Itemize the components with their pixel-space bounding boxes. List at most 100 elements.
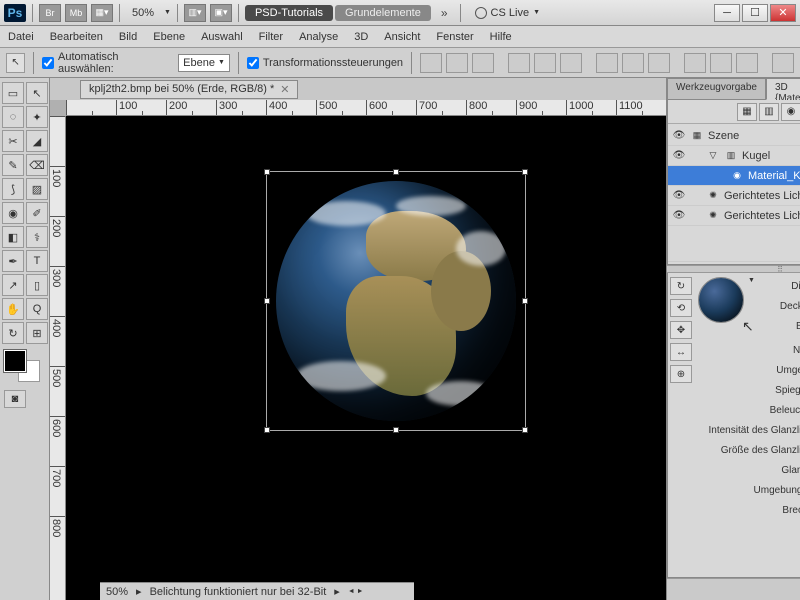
align-icon[interactable] bbox=[420, 53, 442, 73]
close-button[interactable]: ✕ bbox=[770, 4, 796, 22]
menu-filter[interactable]: Filter bbox=[259, 31, 283, 43]
transform-handle[interactable] bbox=[264, 427, 270, 433]
3d-orbit-icon[interactable]: ↻ bbox=[670, 277, 692, 295]
document-tab[interactable]: kplj2th2.bmp bei 50% (Erde, RGB/8) *✕ bbox=[80, 80, 298, 99]
menu-edit[interactable]: Bearbeiten bbox=[50, 31, 103, 43]
transform-handle[interactable] bbox=[522, 298, 528, 304]
visibility-icon[interactable]: 👁 bbox=[672, 189, 686, 203]
tool-12[interactable]: ◧ bbox=[2, 226, 24, 248]
color-swatches[interactable] bbox=[2, 350, 46, 386]
transform-handle[interactable] bbox=[393, 169, 399, 175]
align-icon[interactable] bbox=[560, 53, 582, 73]
panel-divider[interactable] bbox=[667, 265, 800, 273]
tool-8[interactable]: ⟆ bbox=[2, 178, 24, 200]
align-icon[interactable] bbox=[534, 53, 556, 73]
menu-help[interactable]: Hilfe bbox=[490, 31, 512, 43]
workspace-pill[interactable]: Grundelemente bbox=[335, 5, 431, 21]
zoom-level[interactable]: 50% bbox=[126, 7, 160, 19]
screen-mode-button[interactable]: ▣▾ bbox=[210, 4, 232, 22]
arrange-button[interactable]: ▥▾ bbox=[184, 4, 206, 22]
transform-handle[interactable] bbox=[522, 169, 528, 175]
distribute-icon[interactable] bbox=[710, 53, 732, 73]
tool-3[interactable]: ✦ bbox=[26, 106, 48, 128]
distribute-icon[interactable] bbox=[736, 53, 758, 73]
transform-handle[interactable] bbox=[393, 427, 399, 433]
bridge-button[interactable]: Br bbox=[39, 4, 61, 22]
material-preview[interactable] bbox=[698, 277, 744, 323]
transform-controls-check[interactable]: Transformationssteuerungen bbox=[247, 57, 403, 69]
tool-2[interactable]: ◌ bbox=[2, 106, 24, 128]
tool-13[interactable]: ⚕ bbox=[26, 226, 48, 248]
cslive-button[interactable]: CS Live▼ bbox=[467, 7, 548, 19]
tool-9[interactable]: ▨ bbox=[26, 178, 48, 200]
menu-image[interactable]: Bild bbox=[119, 31, 137, 43]
align-icon[interactable] bbox=[508, 53, 530, 73]
visibility-icon[interactable]: 👁 bbox=[672, 149, 686, 163]
tool-6[interactable]: ✎ bbox=[2, 154, 24, 176]
tool-18[interactable]: ✋ bbox=[2, 298, 24, 320]
layout-button[interactable]: ▦▾ bbox=[91, 4, 113, 22]
workspace-pill[interactable]: PSD-Tutorials bbox=[245, 5, 333, 21]
distribute-icon[interactable] bbox=[622, 53, 644, 73]
material-mode-icon[interactable]: ◉ bbox=[781, 103, 800, 121]
align-icon[interactable] bbox=[472, 53, 494, 73]
panel-tab-active[interactable]: 3D {Materialien} bbox=[766, 78, 800, 100]
transform-handle[interactable] bbox=[264, 298, 270, 304]
auto-select-target[interactable]: Ebene bbox=[178, 54, 230, 72]
distribute-icon[interactable] bbox=[648, 53, 670, 73]
3d-roll-icon[interactable]: ⟲ bbox=[670, 299, 692, 317]
distribute-icon[interactable] bbox=[684, 53, 706, 73]
tree-row[interactable]: 👁✺Gerichtetes Licht 2 bbox=[668, 206, 800, 226]
3d-pan-icon[interactable]: ✥ bbox=[670, 321, 692, 339]
tool-1[interactable]: ↖ bbox=[26, 82, 48, 104]
tool-19[interactable]: Q bbox=[26, 298, 48, 320]
minibridge-button[interactable]: Mb bbox=[65, 4, 87, 22]
tool-21[interactable]: ⊞ bbox=[26, 322, 48, 344]
close-tab-icon[interactable]: ✕ bbox=[280, 83, 289, 96]
workspace-overflow[interactable]: » bbox=[435, 4, 454, 22]
auto-select-check[interactable]: Automatisch auswählen: bbox=[42, 51, 170, 75]
tool-20[interactable]: ↻ bbox=[2, 322, 24, 344]
transform-handle[interactable] bbox=[264, 169, 270, 175]
menu-view[interactable]: Ansicht bbox=[384, 31, 420, 43]
minimize-button[interactable]: ─ bbox=[714, 4, 740, 22]
canvas[interactable] bbox=[66, 116, 666, 600]
tool-10[interactable]: ◉ bbox=[2, 202, 24, 224]
3d-scale-icon[interactable]: ⊕ bbox=[670, 365, 692, 383]
mesh-mode-icon[interactable]: ▥ bbox=[759, 103, 779, 121]
tool-4[interactable]: ✂ bbox=[2, 130, 24, 152]
tool-7[interactable]: ⌫ bbox=[26, 154, 48, 176]
transform-handle[interactable] bbox=[522, 427, 528, 433]
tool-11[interactable]: ✐ bbox=[26, 202, 48, 224]
tool-14[interactable]: ✒ bbox=[2, 250, 24, 272]
transform-box[interactable] bbox=[266, 171, 526, 431]
menu-layer[interactable]: Ebene bbox=[153, 31, 185, 43]
tree-row-selected[interactable]: ◉Material_Kugel bbox=[668, 166, 800, 186]
maximize-button[interactable]: ☐ bbox=[742, 4, 768, 22]
tree-row[interactable]: 👁▦Szene bbox=[668, 126, 800, 146]
align-icon[interactable] bbox=[446, 53, 468, 73]
tree-row[interactable]: 👁▽▥Kugel bbox=[668, 146, 800, 166]
scene-mode-icon[interactable]: ▦ bbox=[737, 103, 757, 121]
menu-analysis[interactable]: Analyse bbox=[299, 31, 338, 43]
menu-file[interactable]: Datei bbox=[8, 31, 34, 43]
visibility-icon[interactable]: 👁 bbox=[672, 209, 686, 223]
status-zoom[interactable]: 50% bbox=[106, 586, 128, 598]
visibility-icon[interactable]: 👁 bbox=[672, 129, 686, 143]
tool-16[interactable]: ↗ bbox=[2, 274, 24, 296]
panel-tab[interactable]: Werkzeugvorgabe bbox=[667, 78, 766, 100]
status-bar: 50% ▸ Belichtung funktioniert nur bei 32… bbox=[100, 582, 414, 600]
menu-select[interactable]: Auswahl bbox=[201, 31, 243, 43]
fg-color[interactable] bbox=[4, 350, 26, 372]
3d-mode-icon[interactable] bbox=[772, 53, 794, 73]
tree-row[interactable]: 👁✺Gerichtetes Licht 1 bbox=[668, 186, 800, 206]
quickmask-button[interactable]: ◙ bbox=[4, 390, 26, 408]
menu-3d[interactable]: 3D bbox=[354, 31, 368, 43]
distribute-icon[interactable] bbox=[596, 53, 618, 73]
tool-5[interactable]: ◢ bbox=[26, 130, 48, 152]
tool-15[interactable]: T bbox=[26, 250, 48, 272]
tool-0[interactable]: ▭ bbox=[2, 82, 24, 104]
tool-17[interactable]: ▯ bbox=[26, 274, 48, 296]
menu-window[interactable]: Fenster bbox=[436, 31, 473, 43]
3d-slide-icon[interactable]: ↔ bbox=[670, 343, 692, 361]
